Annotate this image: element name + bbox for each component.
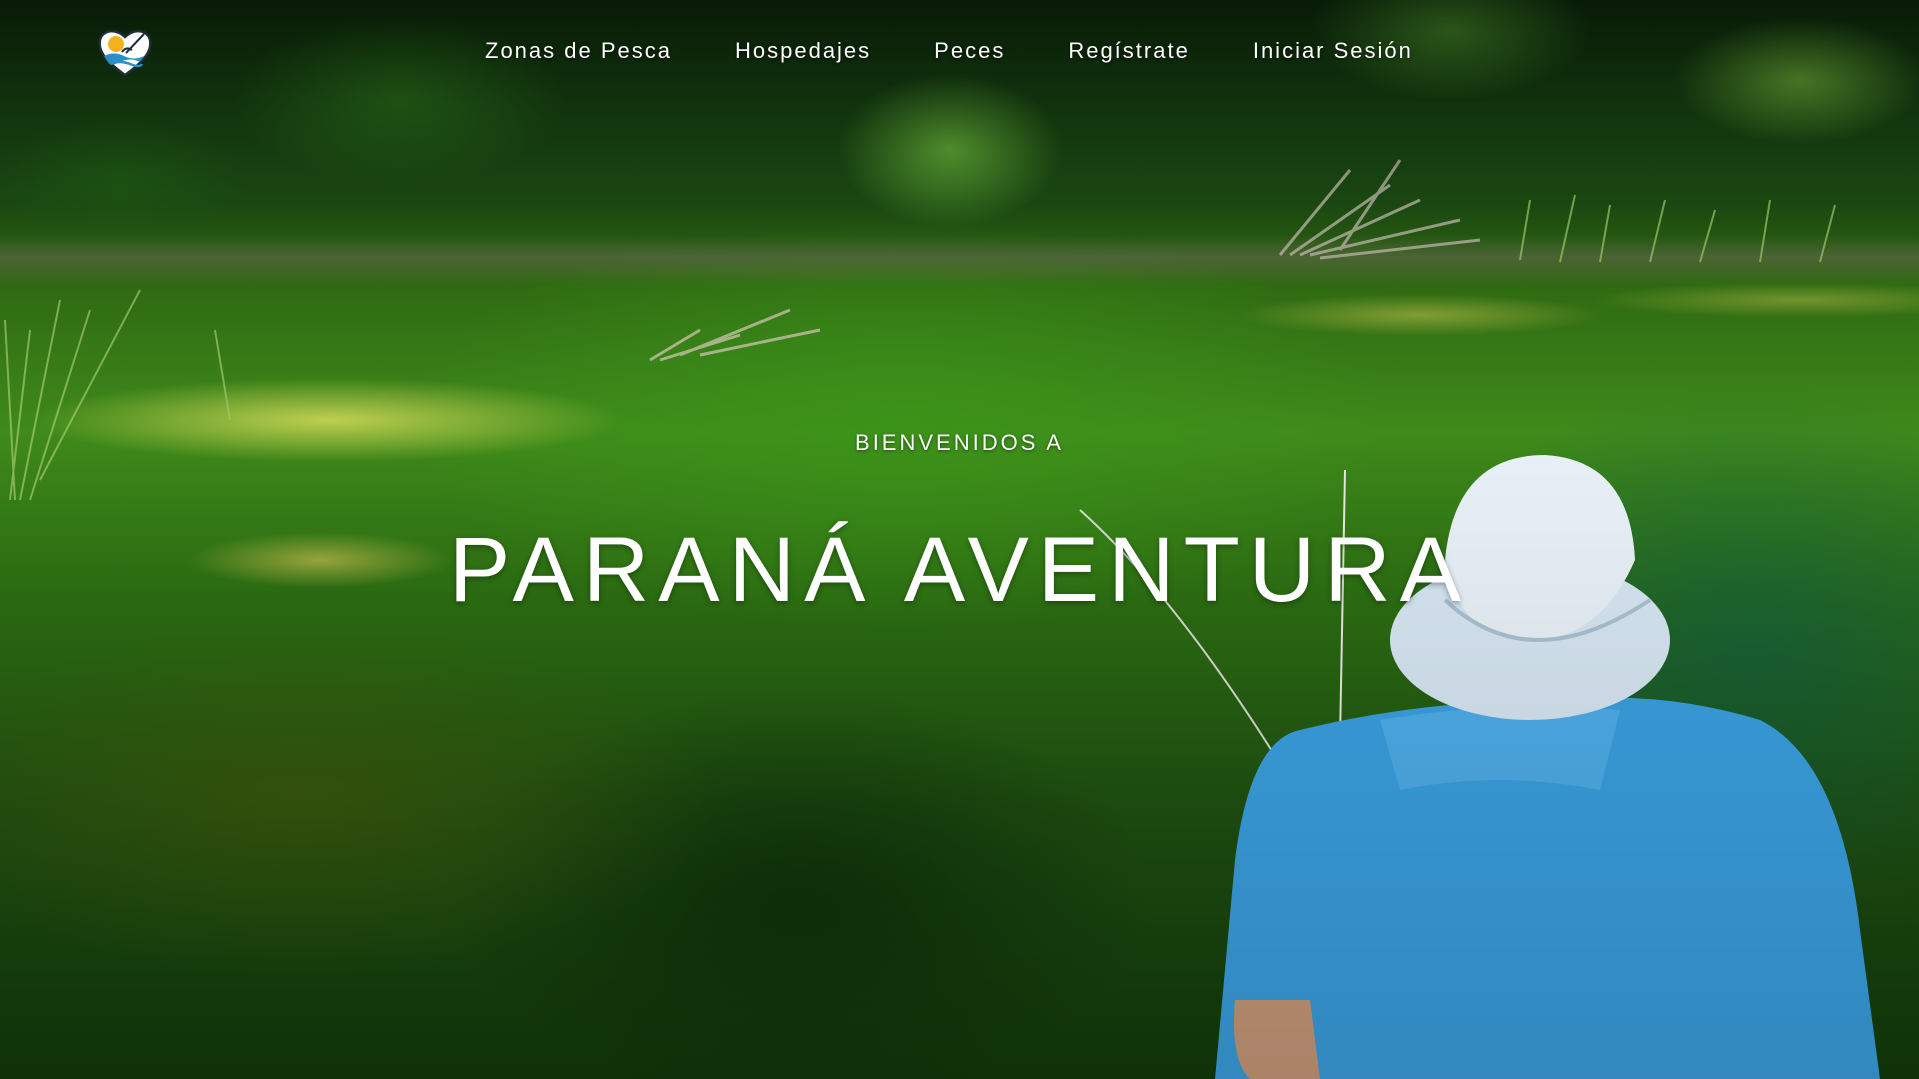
nav-link-hospedajes[interactable]: Hospedajes	[735, 38, 871, 64]
top-navbar: Zonas de Pesca Hospedajes Peces Regístra…	[0, 0, 1919, 105]
nav-link-registrate[interactable]: Regístrate	[1068, 38, 1190, 64]
nav-menu: Zonas de Pesca Hospedajes Peces Regístra…	[485, 38, 1413, 64]
nav-link-peces[interactable]: Peces	[934, 38, 1005, 64]
hero-title: PARANÁ AVENTURA	[448, 519, 1471, 621]
hero-subtitle: BIENVENIDOS A	[855, 430, 1064, 455]
nav-link-zonas-de-pesca[interactable]: Zonas de Pesca	[485, 38, 672, 64]
hero-section: Zonas de Pesca Hospedajes Peces Regístra…	[0, 0, 1919, 1079]
heart-fishing-logo-icon[interactable]	[96, 26, 154, 78]
nav-link-iniciar-sesion[interactable]: Iniciar Sesión	[1253, 38, 1413, 64]
